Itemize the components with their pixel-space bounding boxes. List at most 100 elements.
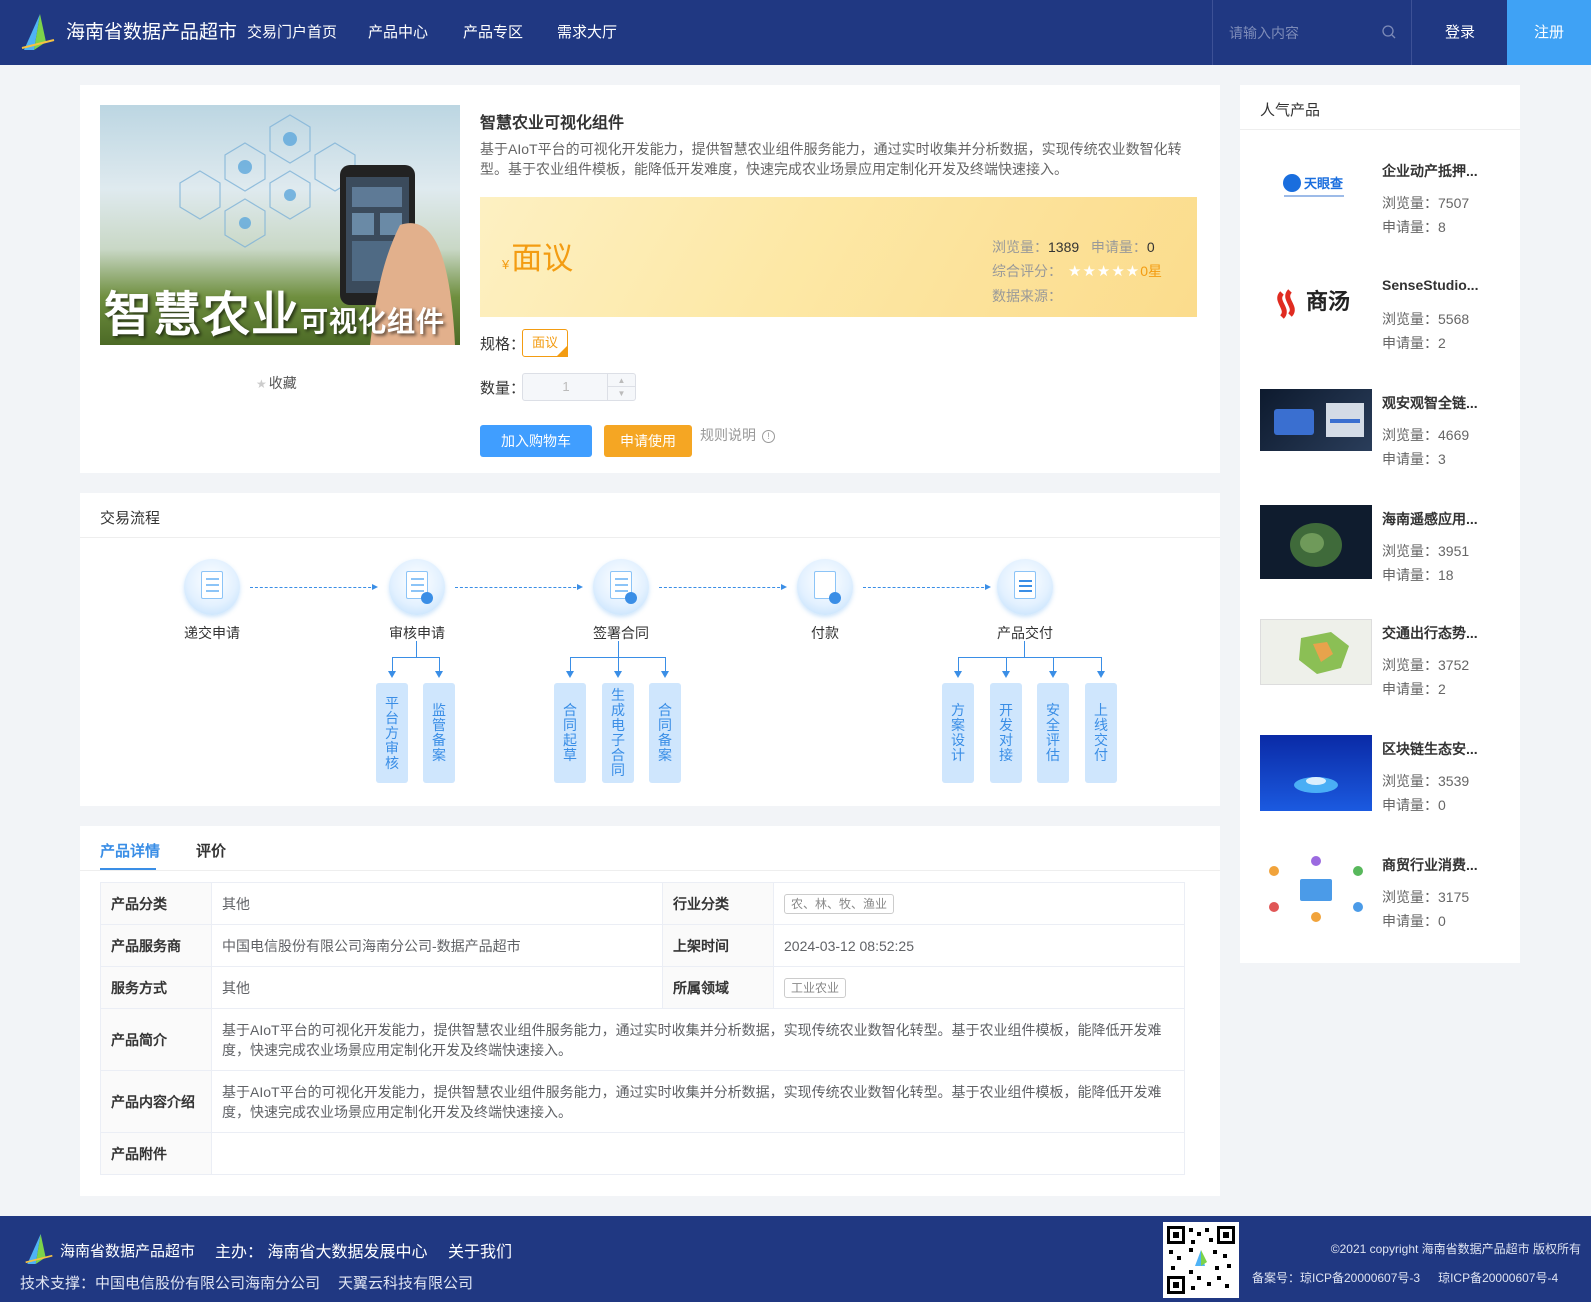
popular-products-panel: 人气产品 天眼查 企业动产抵押... 浏览量：7507 申请量：8 商汤 Sen…	[1240, 85, 1520, 963]
list-item[interactable]: 海南遥感应用... 浏览量：3951 申请量：18	[1260, 505, 1500, 605]
quantity-stepper[interactable]: 1 ▲ ▼	[522, 373, 636, 401]
arrow-down-icon	[954, 671, 962, 678]
apply-button[interactable]: 申请使用	[604, 425, 692, 457]
hot-product-views: 浏览量：4669	[1382, 425, 1469, 445]
hot-product-name[interactable]: 区块链生态安...	[1382, 739, 1492, 759]
thumb-logo-text: 天眼查	[1304, 176, 1344, 191]
cell-value: 其他	[211, 882, 663, 925]
cell-key: 产品服务商	[100, 924, 212, 967]
nav-zone[interactable]: 产品专区	[463, 0, 523, 65]
tree-line	[1053, 657, 1054, 671]
product-description: 基于AIoT平台的可视化开发能力，提供智慧农业组件服务能力，通过实时收集并分析数…	[480, 141, 1182, 177]
views-label: 浏览量：	[1382, 773, 1438, 789]
decrement-icon[interactable]: ▼	[608, 387, 635, 400]
footer: 海南省数据产品超市 主办： 海南省大数据发展中心 关于我们 技术支撑：中国电信股…	[0, 1216, 1591, 1302]
views-label: 浏览量：	[1382, 657, 1438, 673]
tab-reviews[interactable]: 评价	[196, 840, 226, 861]
list-item[interactable]: 观安观智全链... 浏览量：4669 申请量：3	[1260, 389, 1500, 489]
views-value: 1389	[1048, 239, 1080, 255]
arrow-down-icon	[566, 671, 574, 678]
product-image: 智慧农业可视化组件	[100, 105, 460, 345]
substep-platform-review: 平台方审核	[376, 683, 408, 783]
views-value: 5568	[1438, 311, 1470, 327]
divider	[1240, 129, 1520, 130]
applies-value: 8	[1438, 219, 1446, 235]
icp-2[interactable]: 琼ICP备20000607号-4	[1438, 1271, 1558, 1285]
thumb-logo-text: 商汤	[1306, 289, 1350, 314]
register-button[interactable]: 注册	[1507, 0, 1591, 65]
list-item[interactable]: 商贸行业消费... 浏览量：3175 申请量：0	[1260, 851, 1500, 951]
spec-option-label: 面议	[531, 335, 558, 350]
icp-1[interactable]: 备案号：琼ICP备20000607号-3	[1252, 1271, 1420, 1285]
applies-value: 0	[1146, 239, 1155, 255]
currency-symbol: ¥	[502, 257, 510, 272]
step-delivery: 产品交付	[997, 625, 1053, 641]
list-item[interactable]: 交通出行态势... 浏览量：3752 申请量：2	[1260, 619, 1500, 719]
favorite-button[interactable]: ★ 收藏	[256, 373, 297, 393]
hot-product-name[interactable]: 观安观智全链...	[1382, 393, 1492, 413]
cell-key: 上架时间	[662, 924, 774, 967]
hot-product-name[interactable]: SenseStudio...	[1382, 277, 1492, 293]
qr-code	[1163, 1222, 1239, 1298]
substep-contract-draft: 合同起草	[554, 683, 586, 783]
tree-line	[1024, 641, 1025, 657]
substep-solution-design: 方案设计	[942, 683, 974, 783]
hot-product-name[interactable]: 商贸行业消费...	[1382, 855, 1492, 875]
hot-product-applies: 申请量：3	[1382, 449, 1446, 469]
rating-label: 综合评分：	[992, 263, 1062, 279]
list-item[interactable]: 区块链生态安... 浏览量：3539 申请量：0	[1260, 735, 1500, 835]
hot-product-name[interactable]: 海南遥感应用...	[1382, 509, 1492, 529]
product-title: 智慧农业可视化组件	[480, 115, 625, 132]
selected-corner-icon	[556, 345, 568, 357]
footer-site-name: 海南省数据产品超市	[60, 1243, 196, 1260]
tab-details[interactable]: 产品详情	[100, 840, 160, 861]
tree-line	[439, 657, 440, 671]
copyright: ©2021 copyright 海南省数据产品超市 版权所有	[1330, 1242, 1581, 1256]
submit-icon	[184, 559, 240, 615]
add-to-cart-button[interactable]: 加入购物车	[480, 425, 592, 457]
arrow-down-icon	[388, 671, 396, 678]
arrow-down-icon	[1049, 671, 1057, 678]
login-button[interactable]: 登录	[1413, 0, 1507, 65]
list-item[interactable]: 商汤 SenseStudio... 浏览量：5568 申请量：2	[1260, 273, 1500, 373]
applies-label: 申请量：	[1382, 335, 1438, 351]
review-icon	[389, 559, 445, 615]
search-input[interactable]	[1229, 20, 1379, 46]
about-link[interactable]: 关于我们	[448, 1238, 512, 1262]
nav-demand[interactable]: 需求大厅	[557, 0, 617, 65]
sidebar-title: 人气产品	[1260, 102, 1321, 119]
spec-option[interactable]: 面议	[522, 329, 568, 357]
step-review: 审核申请	[389, 625, 445, 641]
contract-icon	[593, 559, 649, 615]
nav-home[interactable]: 交易门户首页	[247, 0, 337, 65]
hot-product-views: 浏览量：3175	[1382, 887, 1469, 907]
cell-key: 产品分类	[100, 882, 212, 925]
cell-value: 基于AIoT平台的可视化开发能力，提供智慧农业组件服务能力，通过实时收集并分析数…	[211, 1008, 1185, 1071]
cell-value: 基于AIoT平台的可视化开发能力，提供智慧农业组件服务能力，通过实时收集并分析数…	[211, 1070, 1185, 1133]
product-thumb	[1260, 619, 1372, 685]
nav-products[interactable]: 产品中心	[368, 0, 428, 65]
quantity-value: 1	[562, 379, 570, 394]
list-item[interactable]: 天眼查 企业动产抵押... 浏览量：7507 申请量：8	[1260, 157, 1500, 257]
rules-link[interactable]: 规则说明!	[700, 425, 775, 445]
hot-product-views: 浏览量：3539	[1382, 771, 1469, 791]
views-value: 3539	[1438, 773, 1470, 789]
increment-icon[interactable]: ▲	[608, 374, 635, 387]
applies-value: 0	[1438, 797, 1446, 813]
image-caption-sub: 可视化组件	[300, 306, 446, 337]
applies-value: 3	[1438, 451, 1446, 467]
substep-e-contract: 生成电子合同	[602, 683, 634, 783]
price-value: 面议	[511, 241, 574, 276]
price-box: ¥面议 浏览量：1389 申请量：0 综合评分： ★★★★★0星 数据来源：	[480, 197, 1197, 317]
views-value: 4669	[1438, 427, 1470, 443]
product-thumb	[1260, 505, 1372, 579]
cell-key: 产品内容介绍	[100, 1070, 212, 1133]
product-thumb	[1260, 851, 1372, 927]
search-box	[1212, 0, 1412, 65]
search-icon[interactable]	[1381, 24, 1397, 40]
step-payment: 付款	[811, 625, 839, 641]
table-row: 产品附件	[100, 1132, 1185, 1175]
hot-product-name[interactable]: 企业动产抵押...	[1382, 161, 1492, 181]
hot-product-name[interactable]: 交通出行态势...	[1382, 623, 1492, 643]
footer-tech-support: 技术支撑：中国电信股份有限公司海南分公司 天翼云科技有限公司	[20, 1272, 491, 1293]
